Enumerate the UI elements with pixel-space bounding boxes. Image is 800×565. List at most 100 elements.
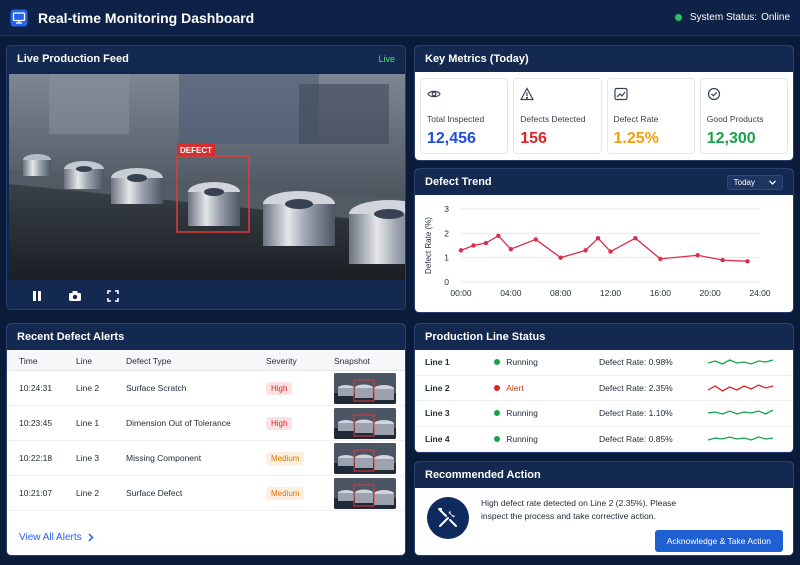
x-tick-label: 24:00 bbox=[749, 288, 771, 298]
status-dot-icon bbox=[494, 410, 501, 417]
line-status-label: Running bbox=[506, 433, 538, 444]
line-name: Line 3 bbox=[425, 408, 450, 419]
alert-snapshot bbox=[322, 440, 405, 476]
line-status-label: Alert bbox=[506, 382, 524, 393]
x-tick-label: 16:00 bbox=[650, 288, 672, 298]
data-point bbox=[608, 249, 613, 254]
defect-trend-panel: Defect Trend Today 0 1 2 3 00:00 04:00 08:00 12… bbox=[414, 168, 794, 313]
column-header: Line bbox=[64, 350, 114, 371]
pause-button[interactable] bbox=[29, 288, 45, 304]
data-point bbox=[720, 257, 725, 263]
line-name: Line 4 bbox=[425, 433, 450, 444]
data-point bbox=[558, 255, 563, 260]
system-status-value: Online bbox=[761, 12, 790, 23]
line-sparkline bbox=[707, 359, 773, 365]
line-defect-rate: Defect Rate: 2.35% bbox=[599, 382, 673, 393]
line-name: Line 2 bbox=[425, 382, 450, 393]
x-tick-label: 04:00 bbox=[500, 288, 522, 298]
line-defect-rate: Defect Rate: 0.98% bbox=[599, 357, 673, 368]
metric-label: Defects Detected bbox=[520, 114, 586, 124]
snapshot-thumbnail[interactable] bbox=[334, 477, 396, 509]
key-metrics-header: Key Metrics (Today) bbox=[415, 46, 793, 72]
metric-card-good-products: Good Products 12,300 bbox=[699, 78, 788, 154]
severity-badge: High bbox=[266, 416, 293, 430]
alert-defect-type: Surface Scratch bbox=[114, 370, 254, 406]
key-metrics-title: Key Metrics (Today) bbox=[425, 53, 529, 65]
severity-badge: Medium bbox=[266, 486, 305, 500]
table-row[interactable]: 10:22:18 Line 3 Missing Component Medium bbox=[7, 440, 405, 476]
acknowledge-button[interactable]: Acknowledge & Take Action bbox=[654, 530, 783, 552]
range-select[interactable]: Today bbox=[726, 174, 783, 190]
alert-line: Line 1 bbox=[64, 405, 114, 441]
severity-badge: Medium bbox=[266, 451, 305, 465]
metric-grid: Total Inspected 12,456 Defects Detected … bbox=[415, 72, 793, 160]
video-controls bbox=[7, 281, 405, 309]
alert-time: 10:23:45 bbox=[7, 405, 64, 441]
metric-card-defect-rate: Defect Rate 1.25% bbox=[606, 78, 695, 154]
snapshot-thumbnail[interactable] bbox=[334, 442, 396, 474]
alert-defect-type: Dimension Out of Tolerance bbox=[114, 405, 254, 441]
data-point bbox=[595, 236, 601, 241]
line-status-label: Running bbox=[506, 408, 538, 419]
system-status-label: System Status: bbox=[689, 12, 758, 23]
snapshot-button[interactable] bbox=[67, 288, 83, 304]
alerts-table-header: Time Line Defect Type Severity Snapshot bbox=[7, 350, 405, 371]
live-feed-title: Live Production Feed bbox=[17, 53, 129, 65]
table-row[interactable]: 10:21:07 Line 2 Surface Defect Medium bbox=[7, 475, 405, 511]
recent-alerts-header: Recent Defect Alerts bbox=[7, 324, 405, 350]
alert-severity: High bbox=[254, 370, 322, 406]
line-status: Alert bbox=[494, 383, 599, 393]
line-sparkline bbox=[707, 409, 774, 415]
data-point bbox=[695, 253, 700, 258]
snapshot-thumbnail[interactable] bbox=[334, 407, 396, 439]
fullscreen-icon bbox=[107, 290, 119, 302]
view-all-alerts-link[interactable]: View All Alerts bbox=[19, 532, 94, 543]
line-status-row[interactable]: Line 3 Running Defect Rate: 1.10% bbox=[415, 401, 793, 427]
data-point bbox=[745, 259, 750, 264]
live-feed-header: Live Production Feed Live bbox=[7, 46, 405, 72]
range-select-value: Today bbox=[733, 177, 755, 187]
production-line-panel: Production Line Status Line 1 Running Defe… bbox=[414, 323, 794, 453]
metric-value: 12,456 bbox=[427, 130, 476, 147]
line-status-row[interactable]: Line 2 Alert Defect Rate: 2.35% bbox=[415, 376, 793, 401]
check-circle-icon bbox=[707, 87, 720, 101]
pause-icon bbox=[33, 291, 41, 301]
monitor-icon bbox=[10, 9, 28, 26]
table-row[interactable]: 10:23:45 Line 1 Dimension Out of Tolerance… bbox=[7, 405, 405, 441]
key-metrics-panel: Key Metrics (Today) Total Inspected 12,4… bbox=[414, 45, 794, 161]
fullscreen-button[interactable] bbox=[105, 288, 121, 304]
metric-card-defects-detected: Defects Detected 156 bbox=[513, 78, 602, 154]
metric-value: 1.25% bbox=[613, 130, 659, 147]
eye-icon bbox=[427, 90, 441, 98]
recent-alerts-panel: Recent Defect Alerts Time Line Defect Ty… bbox=[6, 323, 406, 556]
alert-time: 10:21:07 bbox=[7, 475, 64, 511]
y-tick-label: 2 bbox=[444, 228, 449, 238]
y-tick-label: 3 bbox=[444, 204, 449, 214]
alert-defect-type: Surface Defect bbox=[114, 475, 254, 511]
table-row[interactable]: 10:24:31 Line 2 Surface Scratch High bbox=[7, 370, 405, 406]
data-point bbox=[508, 246, 514, 252]
snapshot-thumbnail[interactable] bbox=[334, 372, 396, 404]
status-dot-icon bbox=[494, 435, 501, 442]
alert-snapshot bbox=[322, 475, 405, 511]
line-status: Running bbox=[494, 408, 599, 418]
alert-line: Line 2 bbox=[64, 475, 114, 511]
x-tick-label: 00:00 bbox=[450, 288, 472, 298]
alert-severity: Medium bbox=[254, 440, 322, 476]
recommended-action-header: Recommended Action bbox=[415, 462, 793, 488]
line-status-row[interactable]: Line 1 Running Defect Rate: 0.98% bbox=[415, 350, 793, 376]
y-tick-label: 1 bbox=[444, 253, 449, 263]
x-tick-label: 20:00 bbox=[700, 288, 722, 298]
line-status-row[interactable]: Line 4 Running Defect Rate: 0.85% bbox=[415, 427, 793, 452]
alert-severity: Medium bbox=[254, 475, 322, 511]
chevron-right-icon bbox=[88, 533, 94, 542]
alert-defect-type: Missing Component bbox=[114, 440, 254, 476]
defect-tag-label: DEFECT bbox=[180, 146, 212, 155]
x-tick-label: 08:00 bbox=[550, 288, 572, 298]
recommended-action-title: Recommended Action bbox=[425, 469, 541, 481]
line-status-label: Running bbox=[506, 357, 538, 368]
line-defect-rate: Defect Rate: 1.10% bbox=[599, 408, 673, 419]
live-indicator: Live bbox=[378, 54, 395, 64]
video-feed[interactable]: DEFECT bbox=[9, 74, 405, 279]
defect-trend-chart: 0 1 2 3 00:00 04:00 08:00 12:00 16:00 20:00 24:00 D… bbox=[424, 204, 771, 298]
